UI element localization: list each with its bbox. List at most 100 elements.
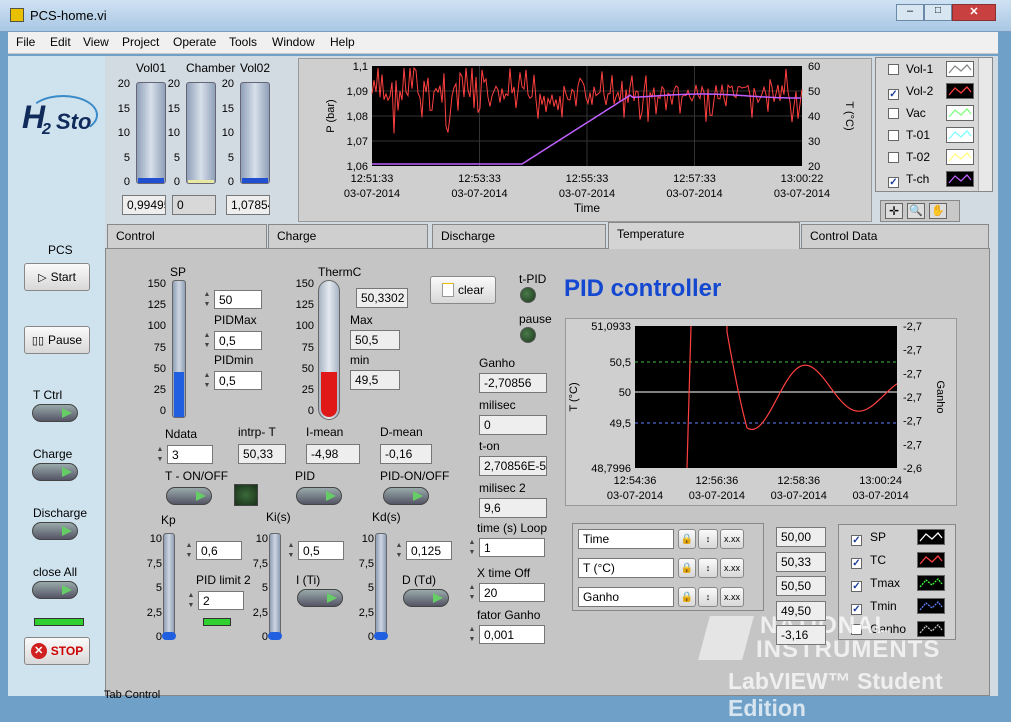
axis-lock-icon[interactable]: 🔒 — [678, 529, 696, 549]
pidonoff-switch[interactable] — [383, 487, 429, 505]
axis-name-1[interactable]: T (°C) — [578, 558, 674, 578]
xoff-spinner[interactable]: ▲ ▼ — [467, 583, 477, 603]
loop-spinner[interactable]: ▲ ▼ — [467, 538, 477, 558]
plot-legend-checkbox[interactable]: ✓ — [851, 578, 862, 592]
kd-input[interactable]: 0,125 — [406, 541, 452, 560]
axis-autoscale-icon[interactable]: ↕ — [698, 587, 718, 607]
plot-legend-item-tc[interactable]: ✓ TC — [839, 550, 955, 572]
ndata-spinner[interactable]: ▲ ▼ — [155, 445, 165, 465]
menu-view[interactable]: View — [83, 35, 109, 49]
charge-switch[interactable] — [32, 463, 78, 481]
legend-checkbox[interactable]: ✓ — [888, 174, 899, 188]
dtd-switch[interactable] — [403, 589, 449, 607]
pidmin-input[interactable]: 0,5 — [214, 371, 262, 390]
ki-input[interactable]: 0,5 — [298, 541, 344, 560]
pid-limit-input[interactable]: 2 — [198, 591, 244, 610]
tab-control[interactable]: Control — [107, 224, 267, 248]
right-tick-label: 40 — [808, 111, 820, 123]
pid-left-tick: 50,5 — [610, 357, 631, 369]
clear-button[interactable]: clear — [430, 276, 496, 304]
menu-window[interactable]: Window — [272, 35, 315, 49]
pan-hand-icon[interactable]: ✋ — [929, 203, 947, 219]
legend-item-t-ch[interactable]: ✓ T-ch — [876, 169, 992, 191]
menu-file[interactable]: File — [16, 35, 35, 49]
sp-spinner[interactable]: ▲ ▼ — [202, 290, 212, 310]
axis-lock-icon[interactable]: 🔒 — [678, 587, 696, 607]
loop-input[interactable]: 1 — [479, 538, 545, 557]
kp-slider-thumb[interactable] — [162, 632, 176, 640]
pause-button[interactable]: ▯▯ Pause — [24, 326, 90, 354]
tab-discharge[interactable]: Discharge — [432, 224, 606, 248]
axis-autoscale-icon[interactable]: ↕ — [698, 558, 718, 578]
axis-name-2[interactable]: Ganho — [578, 587, 674, 607]
legend-checkbox[interactable] — [888, 152, 899, 166]
kd-slider-thumb[interactable] — [374, 632, 388, 640]
plot-legend-item-sp[interactable]: ✓ SP — [839, 527, 955, 549]
axis-format-icon[interactable]: x.xx — [720, 529, 744, 549]
kp-spinner[interactable]: ▲ ▼ — [184, 541, 194, 561]
maximize-button[interactable]: □ — [924, 4, 952, 21]
minimize-button[interactable]: – — [896, 4, 924, 21]
axis-lock-icon[interactable]: 🔒 — [678, 558, 696, 578]
legend-checkbox[interactable] — [888, 64, 899, 78]
legend-checkbox[interactable]: ✓ — [888, 86, 899, 100]
close-button[interactable]: ✕ — [952, 4, 996, 21]
zoom-icon[interactable]: 🔍 — [907, 203, 925, 219]
sp-scale-tick: 25 — [153, 384, 166, 396]
pidmax-input[interactable]: 0,5 — [214, 331, 262, 350]
xoff-input[interactable]: 20 — [479, 583, 545, 602]
pidmax-spinner[interactable]: ▲ ▼ — [202, 331, 212, 351]
legend-checkbox[interactable] — [888, 108, 899, 122]
legend-item-vac[interactable]: Vac — [876, 103, 992, 125]
sp-input[interactable]: 50 — [214, 290, 262, 309]
axis-autoscale-icon[interactable]: ↕ — [698, 529, 718, 549]
iti-switch[interactable] — [297, 589, 343, 607]
closeall-switch[interactable] — [32, 581, 78, 599]
menu-help[interactable]: Help — [330, 35, 355, 49]
pid-plot-area — [635, 326, 897, 468]
ki-slider[interactable] — [268, 533, 282, 640]
therm-scale-tick: 125 — [295, 299, 314, 312]
tab-temperature[interactable]: Temperature — [608, 222, 800, 249]
plot-legend-item-tmax[interactable]: ✓ Tmax — [839, 573, 955, 595]
tab-control-data[interactable]: Control Data — [801, 224, 989, 248]
kd-slider[interactable] — [374, 533, 388, 640]
pid-limit-spinner[interactable]: ▲ ▼ — [186, 591, 196, 611]
menu-edit[interactable]: Edit — [50, 35, 71, 49]
pid-switch[interactable] — [296, 487, 342, 505]
ndata-input[interactable]: 3 — [167, 445, 213, 464]
menu-project[interactable]: Project — [122, 35, 159, 49]
kd-spinner[interactable]: ▲ ▼ — [394, 541, 404, 561]
legend-item-t-01[interactable]: T-01 — [876, 125, 992, 147]
axis-format-icon[interactable]: x.xx — [720, 587, 744, 607]
legend-item-vol-2[interactable]: ✓ Vol-2 — [876, 81, 992, 103]
fator-input[interactable]: 0,001 — [479, 625, 545, 644]
stop-button[interactable]: ✕ STOP — [24, 637, 90, 665]
sp-slider-track[interactable] — [172, 280, 186, 418]
legend-checkbox[interactable] — [888, 130, 899, 144]
tank-scale-tick: 10 — [221, 127, 234, 139]
tab-charge[interactable]: Charge — [268, 224, 428, 248]
pidmin-spinner[interactable]: ▲ ▼ — [202, 371, 212, 391]
legend-item-t-02[interactable]: T-02 — [876, 147, 992, 169]
pause-icon: ▯▯ — [31, 334, 45, 347]
ki-spinner[interactable]: ▲ ▼ — [286, 541, 296, 561]
crosshair-icon[interactable]: ✛ — [885, 203, 903, 219]
menu-operate[interactable]: Operate — [173, 35, 216, 49]
sp-scale-tick: 0 — [159, 405, 166, 418]
legend-item-vol-1[interactable]: Vol-1 — [876, 59, 992, 81]
fator-spinner[interactable]: ▲ ▼ — [467, 625, 477, 645]
start-button[interactable]: ▷ Start — [24, 263, 90, 291]
kp-slider[interactable] — [162, 533, 176, 640]
plot-legend-checkbox[interactable]: ✓ — [851, 555, 862, 569]
tctrl-switch[interactable] — [32, 404, 78, 422]
kp-input[interactable]: 0,6 — [196, 541, 242, 560]
legend-scrollbar[interactable] — [978, 58, 992, 191]
plot-legend-checkbox[interactable]: ✓ — [851, 532, 862, 546]
axis-name-0[interactable]: Time — [578, 529, 674, 549]
ki-slider-thumb[interactable] — [268, 632, 282, 640]
tonoff-switch[interactable] — [166, 487, 212, 505]
menu-tools[interactable]: Tools — [229, 35, 257, 49]
axis-format-icon[interactable]: x.xx — [720, 558, 744, 578]
discharge-switch[interactable] — [32, 522, 78, 540]
